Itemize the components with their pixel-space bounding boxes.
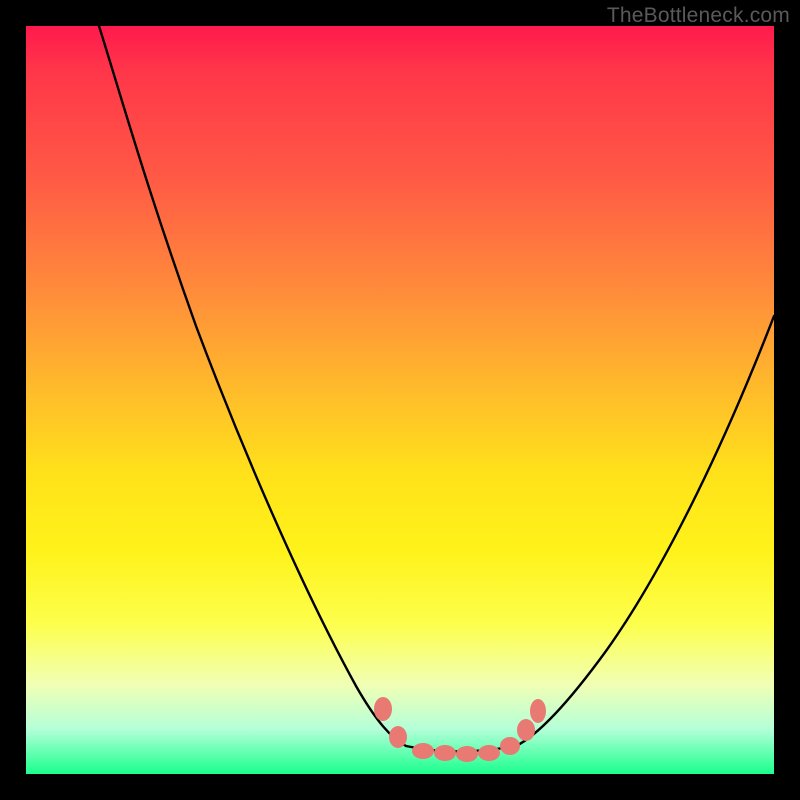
watermark-text: TheBottleneck.com [607,4,790,28]
highlight-dots-group [374,697,546,762]
highlight-dot [374,697,392,721]
highlight-dot [389,726,407,748]
highlight-dot [530,699,546,723]
highlight-dot [517,719,535,741]
highlight-dot [478,745,500,761]
highlight-dot [500,737,520,755]
left-branch-path [99,26,406,746]
highlight-dot [412,743,434,759]
right-branch-path [516,316,774,746]
highlight-dot [456,746,478,762]
bottleneck-curve [26,26,774,774]
chart-plot-area [26,26,774,774]
highlight-dot [434,745,456,761]
